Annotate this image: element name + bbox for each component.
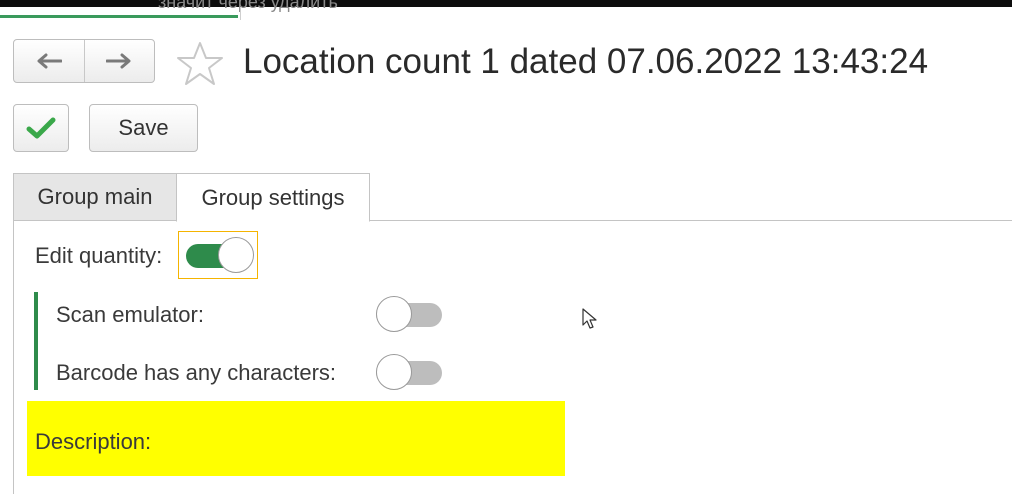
top-dark-band xyxy=(0,0,1012,7)
page-title: Location count 1 dated 07.06.2022 13:43:… xyxy=(243,42,929,81)
mouse-pointer-icon xyxy=(582,308,597,329)
description-field[interactable]: Description: xyxy=(27,401,565,476)
barcode-any-characters-toggle[interactable] xyxy=(376,353,442,391)
description-label: Description: xyxy=(35,429,152,454)
group-indicator-bar xyxy=(34,292,38,390)
scan-emulator-toggle[interactable] xyxy=(376,295,442,333)
navigation-buttons xyxy=(13,39,155,83)
ok-button[interactable] xyxy=(13,104,69,152)
top-tab-separator xyxy=(240,7,241,20)
arrow-right-icon xyxy=(106,53,131,69)
top-strip: значит через удалить xyxy=(0,0,1012,20)
back-button[interactable] xyxy=(14,40,84,82)
toggle-knob xyxy=(218,237,254,273)
toggle-knob xyxy=(376,354,412,390)
active-tab-underline xyxy=(0,15,238,18)
tab-group-settings[interactable]: Group settings xyxy=(176,173,370,222)
toggle-knob xyxy=(376,296,412,332)
star-icon[interactable] xyxy=(176,40,224,86)
checkmark-icon xyxy=(26,117,56,139)
panel-border xyxy=(13,221,14,494)
edit-quantity-toggle[interactable] xyxy=(186,236,254,274)
forward-button[interactable] xyxy=(83,40,155,82)
tab-group-main[interactable]: Group main xyxy=(13,173,177,221)
edit-quantity-label: Edit quantity: xyxy=(35,243,163,268)
save-button[interactable]: Save xyxy=(89,104,198,152)
top-tab-label[interactable]: значит через удалить xyxy=(158,0,338,13)
barcode-any-characters-label: Barcode has any characters: xyxy=(56,360,337,385)
arrow-left-icon xyxy=(37,53,62,69)
scan-emulator-label: Scan emulator: xyxy=(56,302,204,327)
